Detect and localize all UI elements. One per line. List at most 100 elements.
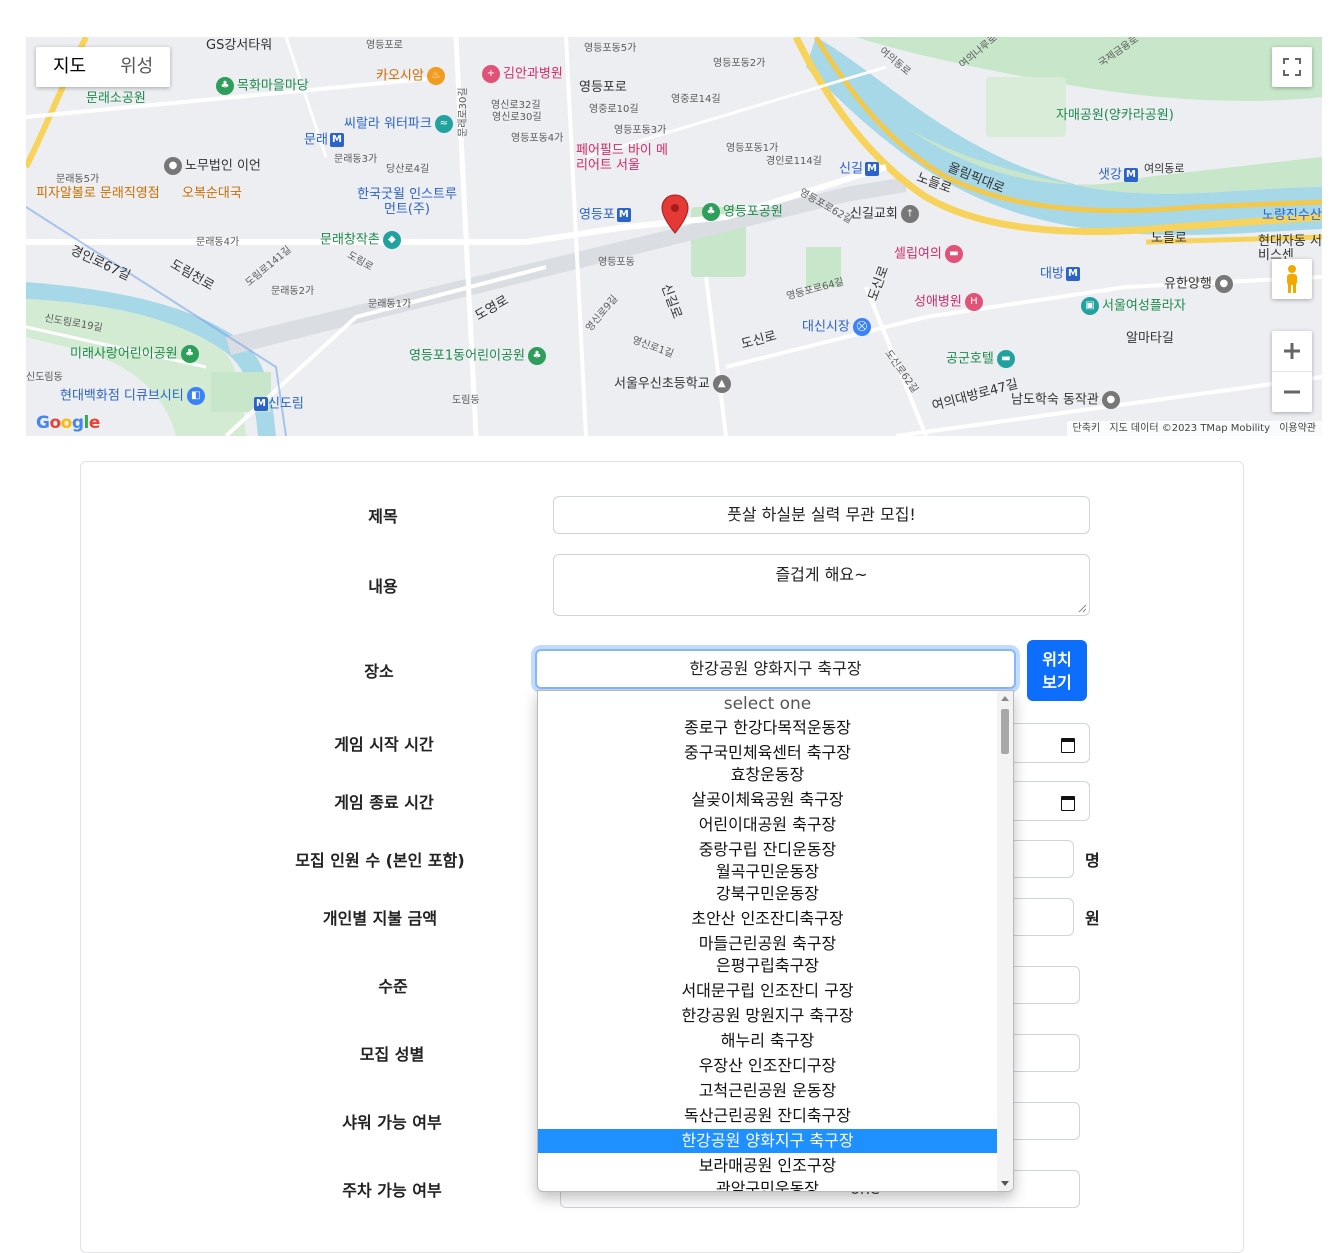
subway-icon: M [254,397,268,411]
hospital-icon: H [964,293,983,311]
map-label: 알마타길 [1126,331,1174,346]
dropdown-option[interactable]: 어린이대공원 축구장 [538,813,997,837]
map-label: 대신시장 ⛒ [802,318,874,336]
dropdown-placeholder-option[interactable]: select one [538,692,997,716]
map-label: 문래창작촌 ◆ [320,231,404,249]
park-icon: ♣ [527,347,546,365]
subway-icon: M [864,162,879,176]
building-icon: ▣ [1081,297,1099,315]
map-label: 여의동로 [1144,162,1185,175]
map-label: 공군호텔 ▬ [946,350,1018,368]
title-input[interactable]: 풋살 하실분 실력 무관 모집! [553,496,1090,534]
dropdown-option[interactable]: 효창운동장 [538,763,997,787]
pegman-icon [1287,265,1297,293]
shortcuts-link[interactable]: 단축키 [1073,423,1101,434]
map-label: 현대백화점 디큐브시티 ◧ [60,387,208,405]
map-label: 영등포동4가 [511,133,564,144]
fee-unit: 원 [1085,909,1100,928]
dropdown-option[interactable]: 한강공원 망원지구 축구장 [538,1004,997,1028]
culture-icon: ◆ [382,231,401,249]
dropdown-option[interactable]: 초안산 인조잔디축구장 [538,907,997,931]
level-label: 수준 [378,977,408,996]
map-label: 페어필드 바이 메리어트 서울 [576,143,668,173]
resize-handle-icon[interactable] [1077,603,1087,613]
calendar-icon[interactable] [1060,794,1076,811]
calendar-icon[interactable] [1060,736,1076,753]
terms-link[interactable]: 이용약관 [1279,423,1316,434]
map-label: 성애병원 H [914,293,986,311]
map-label: 영중로10길 [589,104,639,115]
zoom-control [1272,331,1312,412]
map-label: 샛강 M [1098,168,1138,182]
map-marker-icon[interactable] [661,194,689,234]
map-label: 영중로14길 [671,94,721,105]
map-label: 미래사랑어린이공원 ♣ [70,345,202,363]
dropdown-option[interactable]: 서대문구립 인조잔디 구장 [538,979,997,1003]
map-label: 노량진수산 [1262,208,1322,223]
content-textarea[interactable]: 즐겁게 해요~ [553,554,1090,616]
dropdown-option[interactable]: 종로구 한강다목적운동장 [538,716,997,740]
view-location-button[interactable]: 위치 보기 [1027,640,1087,701]
place-icon: ● [1214,275,1233,293]
dropdown-option[interactable]: 보라매공원 인조구장 [538,1154,997,1178]
map-label: ● 노무법인 이언 [164,157,261,175]
scroll-down-arrow-icon[interactable] [1001,1181,1009,1186]
end-time-label: 게임 종료 시간 [334,793,434,812]
subway-icon: M [616,208,631,222]
map-label: ▣ 서울여성플라자 [1081,297,1186,315]
dropdown-option[interactable]: 강북구민운동장 [538,882,997,906]
map-label: 한국굿윌 인스트루먼트(주) [357,187,457,217]
scrollbar-thumb[interactable] [1001,709,1009,754]
map-label: M 신도림 [252,397,304,411]
map-label: 문래동2가 [271,286,315,297]
dropdown-option[interactable]: 고척근린공원 운동장 [538,1079,997,1103]
school-icon: ▲ [712,375,731,393]
dropdown-option[interactable]: 독산근린공원 잔디축구장 [538,1104,997,1128]
map-label: 남도학숙 동작관 ● [1011,391,1123,409]
church-icon: † [900,205,919,223]
dropdown-option[interactable]: 은평구립축구장 [538,954,997,978]
map-label: 영신로30길 [492,112,542,123]
fullscreen-button[interactable] [1272,47,1312,87]
hospital-icon: + [482,65,500,83]
zoom-in-button[interactable] [1272,331,1312,372]
fullscreen-icon [1283,58,1301,76]
map-label: 신도림동 [26,372,63,383]
map-label: 영등포1동어린이공원 ♣ [409,347,549,365]
map-view[interactable]: GS강서타워 영등포로 영등포동5가 영등포동2가 여의동로 여의나루로 국제금… [26,37,1322,436]
map-label: + 김안과병원 [482,65,563,83]
plus-icon [1284,343,1300,359]
map-label: 문래동4가 [196,237,240,248]
map-label: 영등포동3가 [614,125,667,136]
parking-label: 주차 가능 여부 [342,1181,442,1200]
restaurant-icon: ♨ [426,67,445,85]
dropdown-option[interactable]: 살곶이체육공원 축구장 [538,788,997,812]
scroll-up-arrow-icon[interactable] [1001,696,1009,701]
map-label: 노들로 [1151,231,1187,246]
map-label: ♣ 영등포공원 [702,203,783,221]
map-label: 영신로32길 [491,100,541,111]
zoom-out-button[interactable] [1272,372,1312,412]
dropdown-option[interactable]: 관악구민운동장 [538,1177,997,1191]
map-label: 씨랄라 워터파크 ≈ [344,115,456,133]
place-label: 장소 [364,662,394,681]
map-label: 도림동 [452,395,480,406]
dropdown-option[interactable]: 우장산 인조잔디구장 [538,1054,997,1078]
shopping-icon: ◧ [186,387,205,405]
place-select[interactable]: 한강공원 양화지구 축구장 [535,649,1016,689]
dropdown-option[interactable]: 월곡구민운동장 [538,860,997,884]
street-view-button[interactable] [1272,259,1312,299]
dropdown-option[interactable]: 중랑구립 잔디운동장 [538,838,997,862]
map-type-satellite-button[interactable]: 위성 [103,47,170,87]
place-dropdown-list[interactable]: select one 종로구 한강다목적운동장 중구국민체육센터 축구장 효창운동장… [537,690,1014,1192]
map-label: 서울우신초등학교 ▲ [614,375,734,393]
dropdown-option[interactable]: 마들근린공원 축구장 [538,932,997,956]
content-label: 내용 [368,577,398,596]
map-label: 영등포동1가 [726,143,779,154]
map-type-map-button[interactable]: 지도 [36,47,103,87]
dropdown-option[interactable]: 중구국민체육센터 축구장 [538,741,997,765]
dropdown-option[interactable]: 해누리 축구장 [538,1029,997,1053]
dropdown-option[interactable]: 한강공원 양화지구 축구장 [538,1129,997,1153]
content-text: 즐겁게 해요~ [775,565,868,584]
dropdown-scrollbar[interactable] [997,691,1013,1191]
